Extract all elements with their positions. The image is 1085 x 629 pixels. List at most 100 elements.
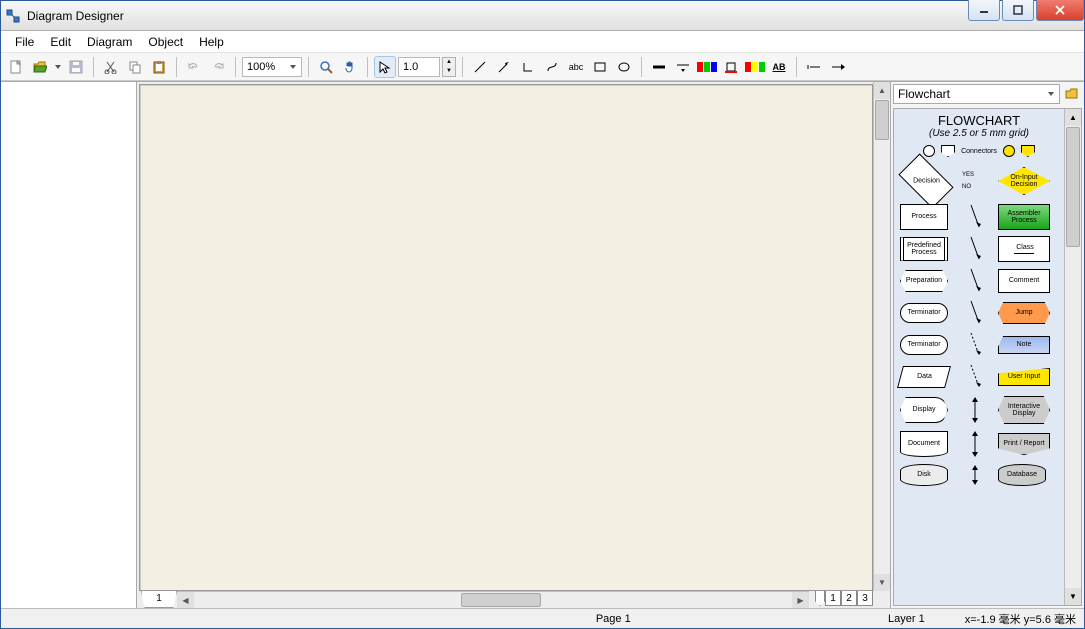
main-area: ▲ ▼ 1 ◀ ▶ 1 2 3 <box>1 81 1084 608</box>
double-arrow-icon[interactable] <box>962 395 988 425</box>
shape-display[interactable]: Display <box>900 397 948 423</box>
line-style-icon[interactable] <box>648 56 670 78</box>
shape-preparation[interactable]: Preparation <box>900 270 948 292</box>
arrow-tool-icon[interactable] <box>493 56 515 78</box>
close-button[interactable] <box>1036 0 1084 21</box>
arrow-end-icon[interactable] <box>827 56 849 78</box>
copy-icon[interactable] <box>124 56 146 78</box>
toolbar: 100% 1.0 ▲▼ abc AB <box>1 53 1084 81</box>
menu-help[interactable]: Help <box>191 33 232 51</box>
menu-file[interactable]: File <box>7 33 42 51</box>
shape-terminator2[interactable]: Terminator <box>900 335 948 355</box>
line-style-dropdown-icon[interactable] <box>672 56 694 78</box>
rect-tool-icon[interactable] <box>589 56 611 78</box>
menu-edit[interactable]: Edit <box>42 33 79 51</box>
redo-icon[interactable] <box>207 56 229 78</box>
paste-icon[interactable] <box>148 56 170 78</box>
double-arrow-icon[interactable] <box>962 429 988 459</box>
connector-circle-yellow-icon[interactable] <box>1003 145 1015 157</box>
palette-open-icon[interactable] <box>1062 84 1082 104</box>
open-dropdown-icon[interactable] <box>53 56 63 78</box>
arrow-icon[interactable] <box>962 267 988 295</box>
shape-predefined[interactable]: Predefined Process <box>900 237 948 261</box>
shape-disk[interactable]: Disk <box>900 464 948 486</box>
shape-class[interactable]: Class <box>998 236 1050 262</box>
ellipse-tool-icon[interactable] <box>613 56 635 78</box>
layer-tab-1[interactable]: 1 <box>825 591 841 606</box>
palette-selector[interactable]: Flowchart <box>893 84 1060 104</box>
maximize-button[interactable] <box>1002 0 1034 21</box>
shape-print[interactable]: Print / Report <box>998 433 1050 455</box>
layer-tab-2[interactable]: 2 <box>841 591 857 606</box>
text-color-icon[interactable] <box>744 56 766 78</box>
statusbar: Page 1 Layer 1 x=-1.9 毫米 y=5.6 毫米 <box>1 608 1084 628</box>
shape-document[interactable]: Document <box>900 431 948 457</box>
fill-color-icon[interactable] <box>696 56 718 78</box>
thumbnail-panel[interactable] <box>1 82 137 608</box>
shape-assembler[interactable]: Assembler Process <box>998 204 1050 230</box>
layer-anchor-icon[interactable] <box>815 591 825 606</box>
connector-circle-icon[interactable] <box>923 145 935 157</box>
shape-interactive-display[interactable]: Interactive Display <box>998 396 1050 424</box>
scroll-up-icon[interactable]: ▲ <box>1065 109 1081 126</box>
arrow-icon[interactable] <box>962 235 988 263</box>
shape-oninput-decision[interactable]: On-Input Decision <box>998 167 1050 195</box>
zoom-combo[interactable]: 100% <box>242 57 302 77</box>
sheet-tab[interactable]: 1 <box>141 591 177 608</box>
drawing-canvas[interactable] <box>139 84 873 591</box>
palette-scrollbar[interactable]: ▲ ▼ <box>1064 109 1081 605</box>
spinner-down-icon[interactable]: ▼ <box>443 67 455 76</box>
new-file-icon[interactable] <box>5 56 27 78</box>
line-tool-icon[interactable] <box>469 56 491 78</box>
menu-object[interactable]: Object <box>140 33 191 51</box>
shape-process[interactable]: Process <box>900 204 948 230</box>
shape-terminator[interactable]: Terminator <box>900 303 948 323</box>
pointer-tool-icon[interactable] <box>374 56 396 78</box>
connector-shield-yellow-icon[interactable] <box>1021 145 1035 157</box>
scroll-thumb[interactable] <box>461 593 541 607</box>
horizontal-scrollbar[interactable]: ◀ ▶ <box>177 591 809 608</box>
connector1-icon[interactable] <box>517 56 539 78</box>
minimize-button[interactable] <box>968 0 1000 21</box>
scroll-down-icon[interactable]: ▼ <box>1065 588 1081 605</box>
scroll-thumb[interactable] <box>875 100 889 140</box>
spinner-up-icon[interactable]: ▲ <box>443 58 455 67</box>
line-width-spinner[interactable]: ▲▼ <box>442 57 456 77</box>
shape-jump[interactable]: Jump <box>998 302 1050 324</box>
text-tool-icon[interactable]: abc <box>565 56 587 78</box>
connector2-icon[interactable] <box>541 56 563 78</box>
shape-data[interactable]: Data <box>897 366 951 388</box>
separator <box>176 57 177 77</box>
dashed-arrow-icon[interactable] <box>962 363 988 391</box>
scroll-thumb[interactable] <box>1066 127 1080 247</box>
undo-icon[interactable] <box>183 56 205 78</box>
scroll-left-icon[interactable]: ◀ <box>177 592 194 608</box>
save-file-icon[interactable] <box>65 56 87 78</box>
scroll-down-icon[interactable]: ▼ <box>874 574 890 591</box>
cut-icon[interactable] <box>100 56 122 78</box>
shape-decision[interactable]: Decision <box>900 163 952 199</box>
arrow-start-icon[interactable] <box>803 56 825 78</box>
line-color-icon[interactable] <box>720 56 742 78</box>
arrow-icon[interactable] <box>962 299 988 327</box>
menu-diagram[interactable]: Diagram <box>79 33 140 51</box>
arrow-icon[interactable] <box>962 203 988 231</box>
open-file-icon[interactable] <box>29 56 51 78</box>
scroll-right-icon[interactable]: ▶ <box>792 592 809 608</box>
double-arrow-icon[interactable] <box>962 463 988 487</box>
shape-user-input[interactable]: User Input <box>998 368 1050 386</box>
layer-tabs: 1 2 3 <box>809 591 873 608</box>
scroll-up-icon[interactable]: ▲ <box>874 82 890 99</box>
dashed-arrow-icon[interactable] <box>962 331 988 359</box>
pan-tool-icon[interactable] <box>339 56 361 78</box>
text-format-icon[interactable]: AB <box>768 56 790 78</box>
decision-yes-no: YESNO <box>962 172 988 190</box>
shape-database[interactable]: Database <box>998 464 1046 486</box>
layer-tab-3[interactable]: 3 <box>857 591 873 606</box>
vertical-scrollbar[interactable]: ▲ ▼ <box>873 82 890 591</box>
line-width-input[interactable]: 1.0 <box>398 57 440 77</box>
connector-shield-icon[interactable] <box>941 145 955 157</box>
shape-comment[interactable]: Comment <box>998 269 1050 293</box>
shape-note[interactable]: Note <box>998 336 1050 354</box>
zoom-tool-icon[interactable] <box>315 56 337 78</box>
